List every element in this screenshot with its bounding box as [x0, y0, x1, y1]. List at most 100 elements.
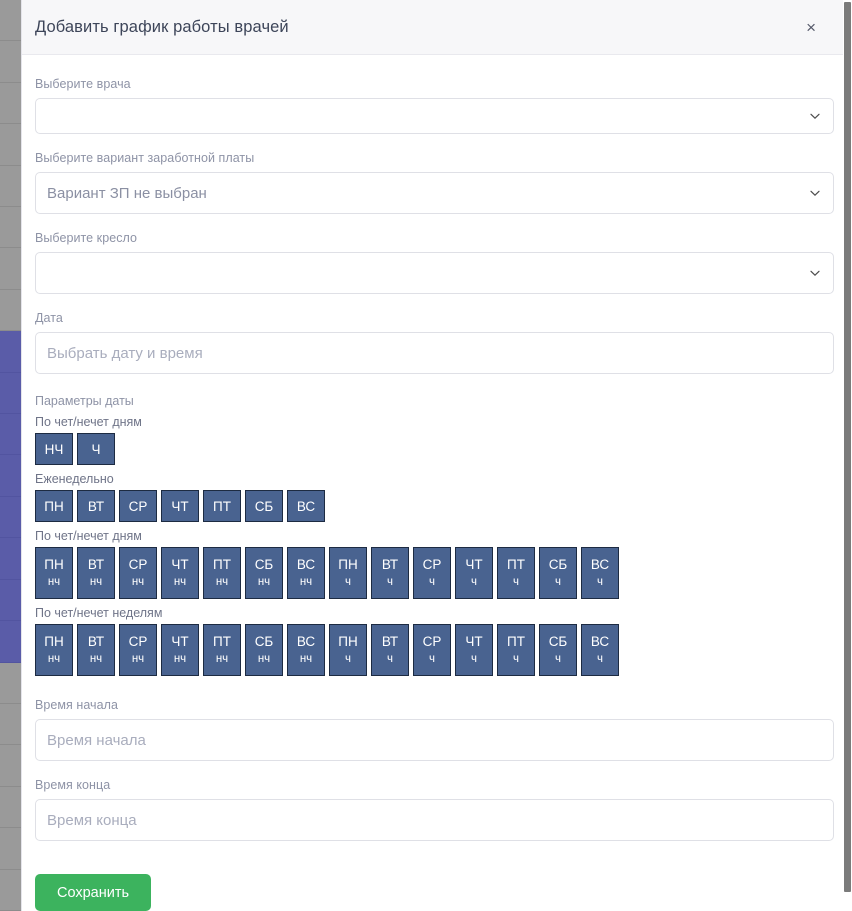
- background-strip-segment: [0, 828, 21, 870]
- day-toggle-secondary-label: нч: [131, 653, 145, 666]
- day-toggle-button[interactable]: ВС ч: [581, 624, 619, 676]
- background-strip-segment: [0, 621, 21, 663]
- day-toggle-secondary-label: нч: [299, 653, 313, 666]
- day-toggle-primary-label: ВТ: [87, 498, 105, 514]
- day-toggle-secondary-label: ч: [345, 653, 351, 666]
- date-input[interactable]: Выбрать дату и время: [35, 332, 834, 374]
- background-strip-segment: [0, 662, 21, 704]
- day-toggle-button[interactable]: ПТ нч: [203, 624, 241, 676]
- vertical-scrollbar-track[interactable]: [843, 0, 852, 911]
- day-toggle-button[interactable]: НЧ: [35, 433, 73, 465]
- day-toggle-button[interactable]: СБ: [245, 490, 283, 522]
- day-toggle-button[interactable]: СР нч: [119, 547, 157, 599]
- day-toggle-primary-label: СР: [422, 633, 442, 649]
- doctor-select[interactable]: [35, 98, 834, 134]
- day-toggle-button[interactable]: ПТ ч: [497, 624, 535, 676]
- day-toggle-primary-label: СБ: [254, 633, 274, 649]
- background-strip-segment: [0, 124, 21, 166]
- day-toggle-button[interactable]: СБ нч: [245, 547, 283, 599]
- day-toggle-secondary-label: нч: [173, 653, 187, 666]
- day-toggle-primary-label: ПТ: [507, 556, 525, 572]
- close-icon[interactable]: ×: [800, 15, 822, 40]
- day-toggle-primary-label: СБ: [548, 633, 568, 649]
- day-toggle-secondary-label: нч: [47, 653, 61, 666]
- time-section: Время начала Время начала Время конца Вр…: [35, 698, 834, 911]
- background-strip-segment: [0, 0, 21, 42]
- day-toggle-secondary-label: ч: [429, 653, 435, 666]
- day-toggle-primary-label: ВС: [590, 556, 610, 572]
- day-toggle-primary-label: ПТ: [213, 498, 231, 514]
- day-toggle-primary-label: ПТ: [213, 556, 231, 572]
- background-strip-segment: [0, 455, 21, 497]
- day-toggle-button[interactable]: ЧТ нч: [161, 624, 199, 676]
- end-time-input[interactable]: Время конца: [35, 799, 834, 841]
- day-toggle-button[interactable]: ПН нч: [35, 624, 73, 676]
- day-toggle-button[interactable]: ВТ ч: [371, 547, 409, 599]
- day-toggle-button[interactable]: ВС нч: [287, 624, 325, 676]
- day-toggle-button[interactable]: ПН: [35, 490, 73, 522]
- field-doctor: Выберите врача: [35, 77, 834, 134]
- vertical-scrollbar-thumb[interactable]: [844, 2, 851, 892]
- day-toggle-button[interactable]: ПТ ч: [497, 547, 535, 599]
- day-toggle-secondary-label: нч: [173, 576, 187, 589]
- day-toggle-button[interactable]: ВТ ч: [371, 624, 409, 676]
- day-toggle-primary-label: ПН: [338, 556, 358, 572]
- chair-select[interactable]: [35, 252, 834, 294]
- day-toggle-button[interactable]: ЧТ: [161, 490, 199, 522]
- day-toggle-primary-label: ПН: [44, 633, 64, 649]
- start-time-placeholder: Время начала: [47, 731, 146, 749]
- day-toggle-secondary-label: ч: [555, 653, 561, 666]
- chevron-down-icon: [809, 267, 821, 279]
- day-toggle-button[interactable]: ВТ нч: [77, 547, 115, 599]
- start-time-input[interactable]: Время начала: [35, 719, 834, 761]
- day-toggle-secondary-label: ч: [387, 653, 393, 666]
- group-title: Еженедельно: [35, 472, 114, 486]
- day-toggle-button[interactable]: СР: [119, 490, 157, 522]
- day-toggle-secondary-label: нч: [131, 576, 145, 589]
- day-toggle-button[interactable]: СР нч: [119, 624, 157, 676]
- day-toggle-button[interactable]: СБ ч: [539, 547, 577, 599]
- date-parameters-section: Параметры даты По чет/нечет дням НЧ Ч Ежене…: [35, 394, 822, 676]
- day-toggle-button[interactable]: ВС ч: [581, 547, 619, 599]
- day-toggle-button[interactable]: ЧТ ч: [455, 624, 493, 676]
- field-end-time: Время конца Время конца: [35, 778, 834, 841]
- field-label-doctor: Выберите врача: [35, 77, 131, 91]
- field-label-start-time: Время начала: [35, 698, 118, 712]
- day-toggle-button[interactable]: СР ч: [413, 624, 451, 676]
- background-strip-segment: [0, 82, 21, 125]
- day-toggle-button[interactable]: ПТ нч: [203, 547, 241, 599]
- day-toggle-secondary-label: нч: [89, 653, 103, 666]
- day-toggle-secondary-label: нч: [299, 576, 313, 589]
- day-button-row: НЧ Ч: [35, 433, 822, 465]
- day-toggle-button[interactable]: СБ нч: [245, 624, 283, 676]
- day-toggle-primary-label: ЧТ: [465, 556, 483, 572]
- salary-select-value: Вариант ЗП не выбран: [47, 184, 207, 202]
- day-toggle-secondary-label: нч: [257, 653, 271, 666]
- date-parameter-groups: По чет/нечет дням НЧ Ч Еженедельно ПН ВТ СР ЧТ П…: [35, 415, 822, 676]
- day-toggle-button[interactable]: ЧТ ч: [455, 547, 493, 599]
- day-toggle-button[interactable]: ВС: [287, 490, 325, 522]
- day-toggle-button[interactable]: СР ч: [413, 547, 451, 599]
- salary-select[interactable]: Вариант ЗП не выбран: [35, 172, 834, 214]
- day-toggle-button[interactable]: ПН ч: [329, 624, 367, 676]
- day-toggle-secondary-label: нч: [215, 653, 229, 666]
- modal-body: Выберите врача Выберите вариант заработн…: [22, 55, 843, 911]
- day-toggle-button[interactable]: СБ ч: [539, 624, 577, 676]
- day-toggle-secondary-label: нч: [47, 576, 61, 589]
- day-toggle-button[interactable]: Ч: [77, 433, 115, 465]
- day-toggle-secondary-label: ч: [387, 576, 393, 589]
- day-toggle-button[interactable]: ПН ч: [329, 547, 367, 599]
- day-toggle-button[interactable]: ВС нч: [287, 547, 325, 599]
- day-toggle-primary-label: ВС: [296, 633, 316, 649]
- day-toggle-button[interactable]: ПТ: [203, 490, 241, 522]
- end-time-placeholder: Время конца: [47, 811, 137, 829]
- field-date: Дата Выбрать дату и время: [35, 311, 834, 374]
- day-toggle-button[interactable]: ПН нч: [35, 547, 73, 599]
- save-button[interactable]: Сохранить: [35, 874, 152, 911]
- day-toggle-button[interactable]: ВТ: [77, 490, 115, 522]
- day-toggle-button[interactable]: ЧТ нч: [161, 547, 199, 599]
- day-toggle-button[interactable]: ВТ нч: [77, 624, 115, 676]
- day-button-row: ПН ВТ СР ЧТ ПТ СБ ВС: [35, 490, 822, 522]
- background-strip-segment: [0, 372, 21, 415]
- background-strip-segment: [0, 538, 21, 580]
